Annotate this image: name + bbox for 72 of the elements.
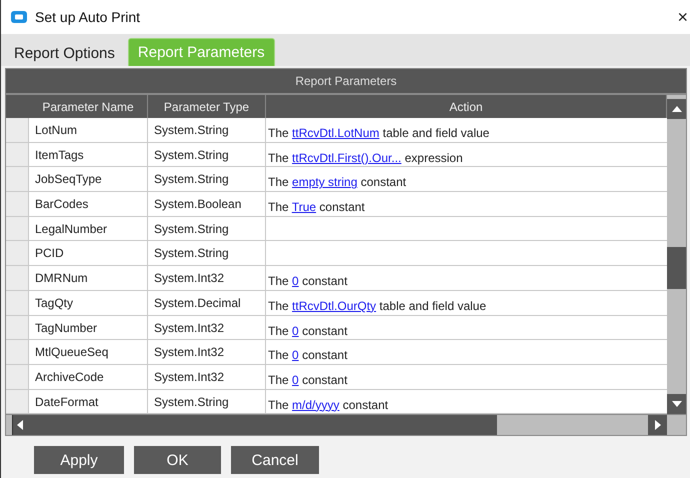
row-selector[interactable]: [6, 390, 29, 414]
action-text: The 0 constant: [267, 372, 348, 389]
window-title: Set up Auto Print: [35, 9, 142, 25]
action-link[interactable]: ttRcvDtl.LotNum: [292, 126, 380, 140]
table-cell: System.Int32: [148, 316, 266, 340]
table-cell: System.String: [148, 142, 266, 166]
table-cell: LotNum: [29, 118, 148, 142]
table-cell: TagQty: [29, 290, 148, 314]
action-text: The m/d/yyyy constant: [267, 396, 390, 414]
row-selector[interactable]: [6, 266, 29, 290]
row-selector[interactable]: [6, 241, 29, 266]
action-text: The empty string constant: [267, 174, 408, 192]
action-text: The True constant: [267, 199, 366, 216]
action-text: The 0 constant: [267, 273, 348, 290]
table-cell: System.Boolean: [148, 192, 266, 216]
action-link[interactable]: 0: [292, 372, 299, 387]
action-text: The 0 constant: [267, 322, 348, 340]
horizontal-scrollbar[interactable]: [6, 414, 686, 436]
table-cell: System.String: [148, 216, 266, 240]
scroll-thumb[interactable]: [13, 415, 497, 436]
grid-caption: Report Parameters: [6, 69, 686, 95]
vertical-scrollbar[interactable]: [667, 95, 686, 414]
action-link[interactable]: 0: [292, 324, 299, 338]
row-selector[interactable]: [6, 290, 29, 314]
table-cell: MtlQueueSeq: [29, 340, 148, 364]
table-cell: DateFormat: [29, 390, 148, 414]
action-link[interactable]: m/d/yyyy: [292, 398, 340, 412]
action-text: The 0 constant: [267, 347, 348, 364]
row-selector[interactable]: [6, 216, 29, 240]
tab[interactable]: Report Options: [5, 40, 124, 66]
action-text: The ttRcvDtl.OurQty table and field value: [267, 298, 488, 314]
scroll-left-icon: [17, 420, 23, 430]
dialog-button[interactable]: Apply: [34, 446, 124, 474]
row-selector[interactable]: [6, 340, 29, 364]
action-link[interactable]: 0: [292, 348, 299, 362]
table-cell: PCID: [29, 241, 148, 266]
row-selector[interactable]: [6, 316, 29, 340]
row-selector[interactable]: [6, 142, 29, 166]
action-link[interactable]: ttRcvDtl.OurQty: [292, 298, 376, 313]
row-selector[interactable]: [6, 118, 29, 142]
table-cell: System.String: [148, 167, 266, 192]
table-cell: System.String: [148, 118, 266, 142]
table-cell: BarCodes: [29, 192, 148, 216]
action-text: The ttRcvDtl.First().Our... expression: [267, 150, 464, 166]
action-link[interactable]: 0: [292, 274, 299, 288]
app-icon: [11, 11, 27, 23]
scroll-right-icon: [654, 420, 660, 430]
table-cell: LegalNumber: [29, 216, 148, 240]
dialog-button[interactable]: Cancel: [231, 446, 319, 474]
table-cell: System.String: [148, 241, 266, 266]
close-button[interactable]: ×: [677, 8, 688, 26]
table-cell: TagNumber: [29, 316, 148, 340]
action-link[interactable]: True: [292, 200, 316, 214]
dialog-button[interactable]: OK: [134, 446, 221, 474]
row-selector[interactable]: [6, 364, 29, 389]
scroll-thumb[interactable]: [667, 247, 686, 289]
table-cell: ArchiveCode: [29, 364, 148, 389]
row-selector[interactable]: [6, 167, 29, 192]
scroll-down-icon: [672, 401, 682, 408]
table-cell: DMRNum: [29, 266, 148, 290]
table-cell: JobSeqType: [29, 167, 148, 192]
action-text: The ttRcvDtl.LotNum table and field value: [267, 125, 490, 142]
table-cell: System.Int32: [148, 266, 266, 290]
table-cell: System.Int32: [148, 340, 266, 364]
action-link[interactable]: empty string: [292, 175, 358, 190]
row-selector[interactable]: [6, 192, 29, 216]
scroll-up-icon: [672, 106, 682, 112]
table-cell: ItemTags: [29, 142, 148, 166]
table-cell: System.Decimal: [148, 290, 266, 314]
action-link[interactable]: ttRcvDtl.First().Our...: [292, 150, 402, 165]
table-cell: System.Int32: [148, 364, 266, 389]
table-cell: System.String: [148, 390, 266, 414]
